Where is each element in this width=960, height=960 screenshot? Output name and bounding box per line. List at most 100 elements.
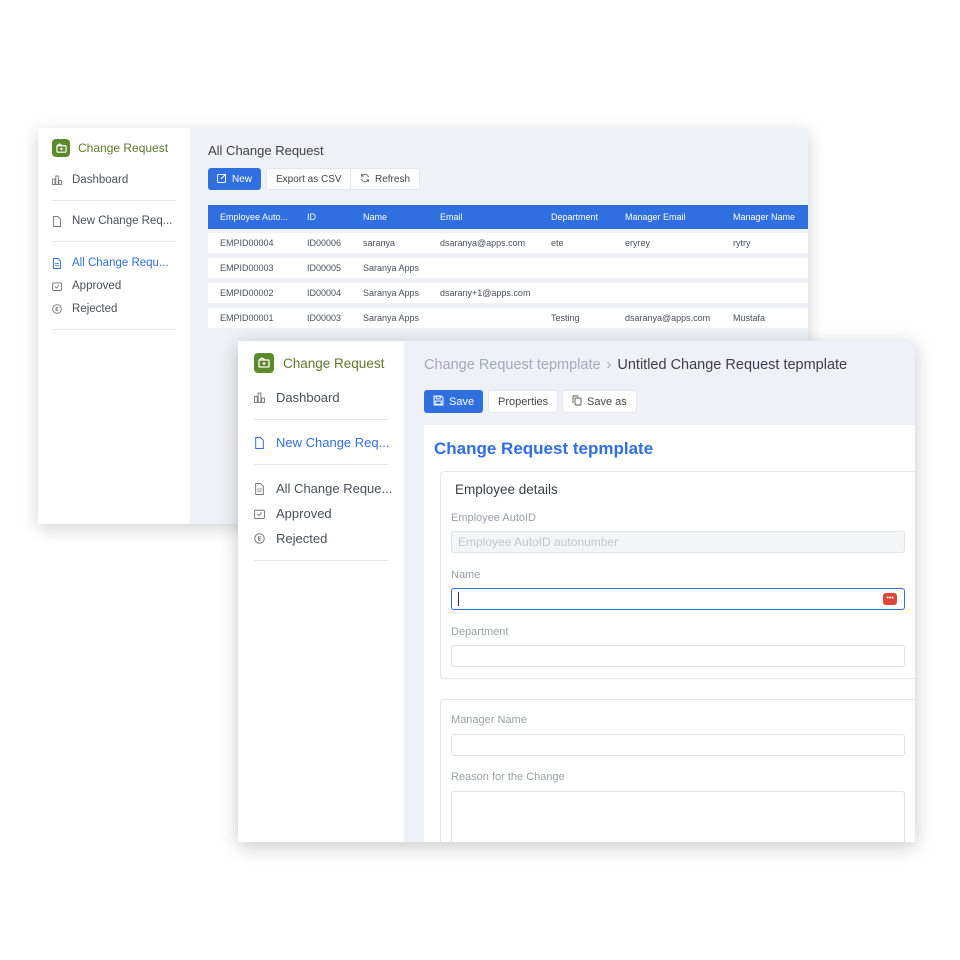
new-button[interactable]: New	[208, 168, 262, 190]
export-csv-button[interactable]: Export as CSV	[266, 168, 352, 190]
table-cell: ID00004	[307, 288, 342, 298]
reason-label: Reason for the Change	[451, 771, 565, 783]
column-header[interactable]: Email	[440, 205, 463, 229]
document-list-icon	[52, 257, 66, 269]
sidebar-item-rejected[interactable]: Rejected	[52, 303, 180, 315]
table-row[interactable]: EMPID00002 ID00004 Saranya Apps dsarany+…	[208, 283, 808, 303]
save-icon	[433, 395, 444, 409]
table-cell: eryrey	[625, 238, 651, 248]
sidebar-item-label: New Change Req...	[72, 215, 173, 227]
change-request-logo-icon	[254, 353, 274, 373]
rejected-circle-icon	[52, 304, 66, 314]
save-button[interactable]: Save	[424, 390, 484, 413]
column-header[interactable]: Department	[551, 205, 598, 229]
table-cell: ID00005	[307, 263, 342, 273]
table-cell: ID00003	[307, 313, 342, 323]
refresh-label: Refresh	[375, 173, 411, 185]
table-cell: dsarany+1@apps.com	[440, 288, 531, 298]
table-cell: Saranya Apps	[363, 313, 420, 323]
column-header[interactable]: Employee Auto...	[220, 205, 300, 229]
employee-autoid-label: Employee AutoID	[451, 512, 536, 524]
inbox-check-icon	[52, 281, 66, 291]
password-manager-icon[interactable]: •••	[883, 593, 897, 605]
divider	[254, 419, 388, 420]
sidebar-item-approved[interactable]: Approved	[254, 506, 394, 521]
breadcrumb-current: Untitled Change Request tepmplate	[617, 357, 848, 373]
table-row[interactable]: EMPID00004 ID00006 saranya dsaranya@apps…	[208, 233, 808, 253]
change-request-logo-icon	[52, 139, 70, 157]
table-cell: EMPID00003	[220, 263, 274, 273]
divider	[52, 329, 176, 330]
column-header[interactable]: ID	[307, 205, 316, 229]
column-header[interactable]: Manager Name	[733, 205, 795, 229]
sidebar-item-label: Rejected	[276, 531, 328, 546]
brand-name: Change Request	[78, 141, 169, 155]
table-cell: rytry	[733, 238, 751, 248]
department-label: Department	[451, 626, 509, 638]
sidebar-item-new-change-request[interactable]: New Change Req...	[254, 435, 394, 450]
name-label: Name	[451, 569, 481, 581]
sidebar-item-new-change-request[interactable]: New Change Req...	[52, 215, 180, 227]
reason-textarea[interactable]	[451, 791, 905, 842]
sidebar-item-label: All Change Reque...	[276, 481, 393, 496]
sidebar-item-dashboard[interactable]: Dashboard	[52, 174, 180, 186]
breadcrumb-parent[interactable]: Change Request tepmplate	[424, 357, 601, 373]
form-card: Change Request tepmplate Employee detail…	[424, 425, 915, 842]
table-cell: ete	[551, 238, 564, 248]
employee-details-section: Employee details Employee AutoID Employe…	[440, 471, 915, 679]
sidebar-item-all-change-request[interactable]: All Change Reque...	[254, 481, 394, 496]
table-cell: dsaranya@apps.com	[625, 313, 711, 323]
table-row[interactable]: EMPID00001 ID00003 Saranya Apps Testing …	[208, 308, 808, 328]
table-cell: saranya	[363, 238, 396, 248]
refresh-button[interactable]: Refresh	[350, 168, 421, 190]
chevron-right-icon: ›	[606, 357, 612, 373]
table-cell: EMPID00002	[220, 288, 274, 298]
form-title: Change Request tepmplate	[434, 439, 654, 458]
sidebar-item-label: All Change Requ...	[72, 257, 169, 269]
manager-name-field[interactable]	[451, 734, 905, 756]
inbox-check-icon	[254, 508, 268, 519]
table-cell: Mustafa	[733, 313, 766, 323]
manager-section: Manager Name Reason for the Change	[440, 699, 915, 842]
brand-name: Change Request	[283, 355, 385, 371]
column-header[interactable]: Manager Email	[625, 205, 686, 229]
sidebar-item-label: Approved	[72, 280, 122, 292]
table-cell: EMPID00001	[220, 313, 274, 323]
table-cell: dsaranya@apps.com	[440, 238, 526, 248]
brand[interactable]: Change Request	[254, 353, 384, 373]
column-header[interactable]: Name	[363, 205, 387, 229]
document-icon	[254, 436, 268, 449]
edit-icon	[217, 173, 227, 186]
table-cell: ID00006	[307, 238, 342, 248]
rejected-circle-icon	[254, 533, 268, 544]
properties-label: Properties	[498, 395, 549, 408]
save-as-button[interactable]: Save as	[562, 390, 637, 413]
divider	[254, 560, 388, 561]
sidebar-item-approved[interactable]: Approved	[52, 280, 180, 292]
sidebar-item-all-change-request[interactable]: All Change Requ...	[52, 257, 180, 269]
dashboard-icon	[254, 392, 268, 403]
sidebar: Change Request Dashboard New Change Req.…	[238, 341, 404, 842]
document-list-icon	[254, 482, 268, 495]
table-cell: Testing	[551, 313, 580, 323]
sidebar-item-rejected[interactable]: Rejected	[254, 531, 394, 546]
manager-name-label: Manager Name	[451, 714, 527, 726]
name-field[interactable]: •••	[451, 588, 905, 610]
department-field[interactable]	[451, 645, 905, 667]
table-row[interactable]: EMPID00003 ID00005 Saranya Apps	[208, 258, 808, 278]
refresh-icon	[360, 173, 370, 186]
copy-icon	[572, 395, 582, 409]
dashboard-icon	[52, 175, 66, 185]
document-icon	[52, 215, 66, 227]
save-as-label: Save as	[587, 395, 627, 408]
table-cell: EMPID00004	[220, 238, 274, 248]
sidebar: Change Request Dashboard New Change Req.…	[38, 128, 190, 524]
table-cell: Saranya Apps	[363, 263, 420, 273]
sidebar-item-dashboard[interactable]: Dashboard	[254, 390, 394, 405]
text-cursor	[458, 592, 459, 606]
sidebar-item-label: Dashboard	[72, 174, 129, 186]
save-button-label: Save	[449, 395, 475, 408]
table-cell: Saranya Apps	[363, 288, 420, 298]
brand[interactable]: Change Request	[52, 139, 168, 157]
properties-button[interactable]: Properties	[488, 390, 559, 413]
